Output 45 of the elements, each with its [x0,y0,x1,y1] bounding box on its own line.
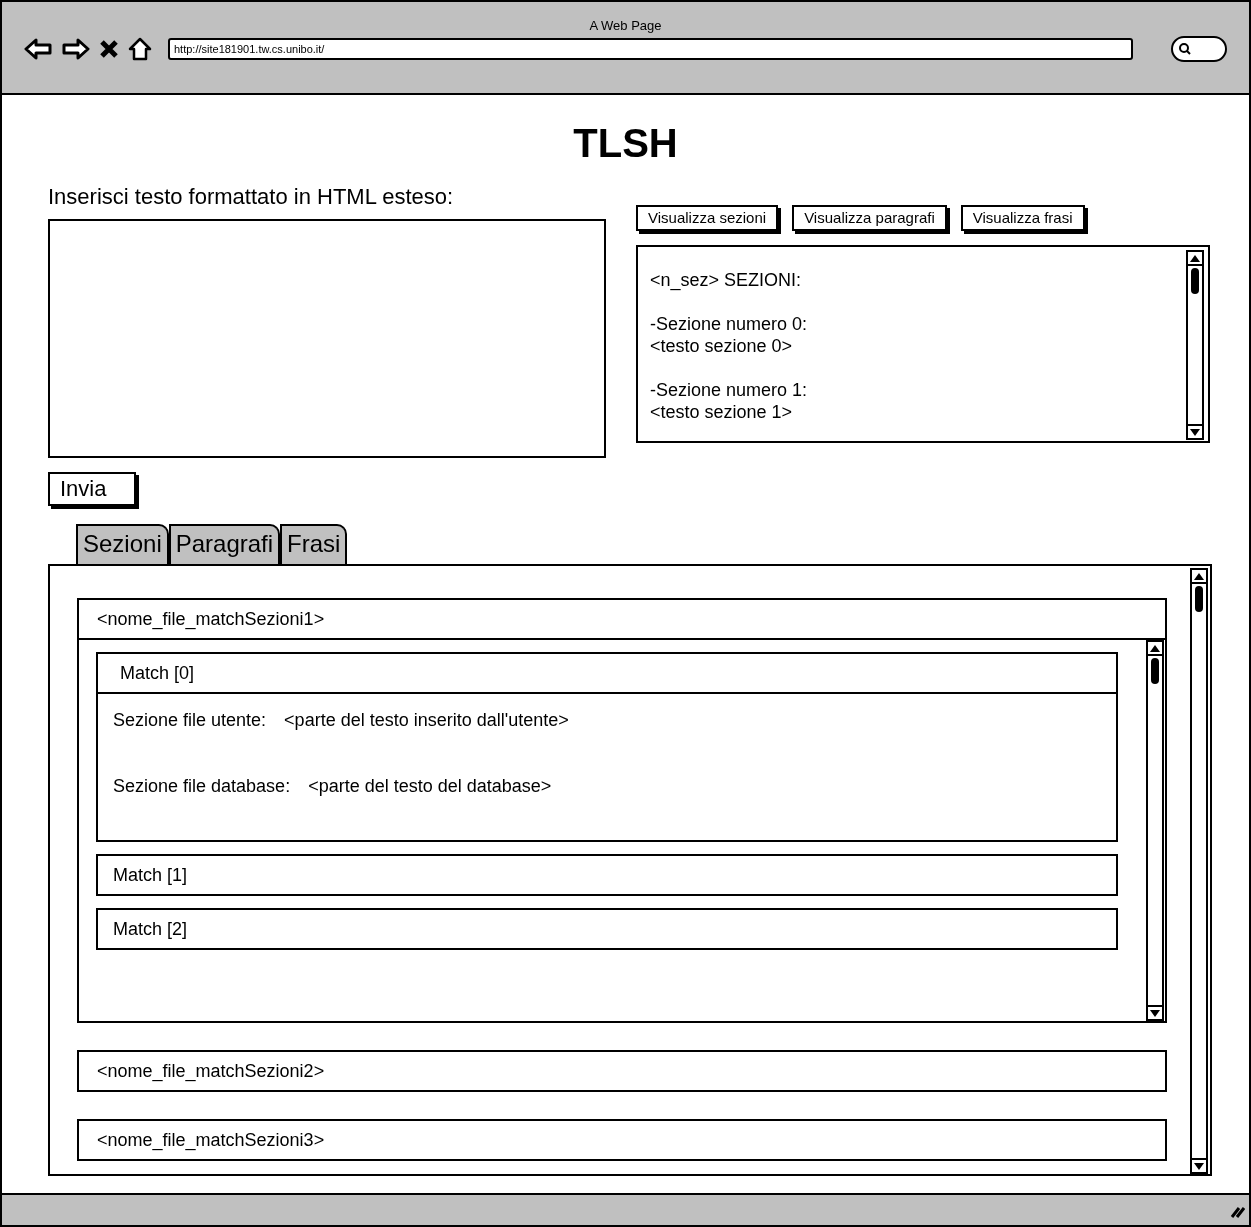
file-accordion[interactable]: <nome_file_matchSezioni1> Match [0] Sezione file utente: <parte del testo inserito dall'utente> Sezione file database: <parte del testo del database> Match [1] Match [2] [77,598,1167,1023]
field-label: Sezione file utente: [113,709,267,732]
match-accordion[interactable]: Match [0] Sezione file utente: <parte del testo inserito dall'utente> Sezione file database: <parte del testo del database> [96,652,1118,842]
file-name: <nome_file_matchSezioni1> [96,608,326,632]
output-text: -Sezione numero 0: <testo sezione 0> [650,313,809,357]
match-accordion[interactable]: Match [2] [96,908,1118,950]
scroll-thumb[interactable] [1191,268,1199,294]
address-field[interactable]: http://site181901.tw.cs.unibo.it/ [168,38,1133,60]
page-title: TLSH [572,120,679,167]
tab[interactable]: Paragrafi [168,524,281,564]
scroll-down-icon[interactable] [1194,1162,1204,1170]
search-field[interactable] [1171,36,1227,62]
scrollbar[interactable] [1186,250,1204,440]
field-value: <parte del testo del database> [308,775,552,798]
tab[interactable]: Frasi [280,524,348,564]
scroll-down-icon[interactable] [1190,428,1200,436]
scroll-thumb[interactable] [1151,658,1159,684]
scrollbar[interactable] [1190,568,1208,1174]
scrollbar[interactable] [1146,640,1164,1021]
field-value: <parte del testo inserito dall'utente> [284,709,569,732]
view-button[interactable]: Visualizza frasi [960,205,1085,231]
match-title: Match [0] [119,662,196,685]
forward-icon[interactable] [62,37,90,61]
submit-button[interactable]: Invia [48,472,136,506]
file-accordion[interactable]: <nome_file_matchSezioni3> [77,1119,1167,1161]
text-input-field[interactable] [48,219,606,458]
view-button[interactable]: Visualizza paragrafi [792,205,947,231]
output-text: -Sezione numero 1: <testo sezione 1> [650,379,809,423]
search-icon [1179,43,1191,55]
window-title: A Web Page [588,17,663,35]
home-icon[interactable] [128,37,152,61]
close-icon[interactable] [100,40,118,58]
file-accordion[interactable]: <nome_file_matchSezioni2> [77,1050,1167,1092]
match-accordion[interactable]: Match [1] [96,854,1118,896]
field-label: Sezione file database: [113,775,291,798]
scroll-down-icon[interactable] [1150,1009,1160,1017]
back-icon[interactable] [24,37,52,61]
view-button[interactable]: Visualizza sezioni [636,205,779,231]
tab[interactable]: Sezioni [76,524,169,564]
output-text: <n_sez> SEZIONI: [650,269,803,291]
scroll-up-icon[interactable] [1194,572,1204,580]
input-label: Inserisci testo formattato in HTML esteso: [48,183,455,211]
scroll-thumb[interactable] [1195,586,1203,612]
scroll-up-icon[interactable] [1190,254,1200,262]
scroll-up-icon[interactable] [1150,644,1160,652]
